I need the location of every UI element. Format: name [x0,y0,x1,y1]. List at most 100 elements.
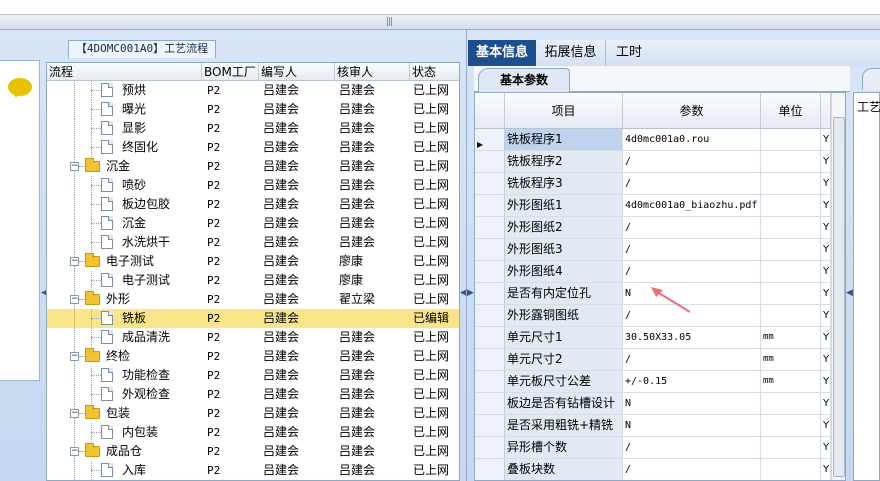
table-row[interactable]: 铣板程序3/ Y [475,173,845,195]
table-row[interactable]: − 电子测试 P2 吕建会 廖康 已上网 [47,252,459,271]
row-indicator[interactable] [475,349,505,370]
table-row[interactable]: 内包装 P2 吕建会 吕建会 已上网 [47,423,459,442]
param-value-cell[interactable]: N [623,415,761,436]
row-indicator[interactable] [475,415,505,436]
param-item-name: 外形图纸4 [505,261,623,282]
col-header-extra[interactable] [821,93,831,129]
row-indicator[interactable] [475,305,505,326]
collapse-node-icon[interactable]: − [70,257,79,266]
collapse-node-icon[interactable]: − [70,162,79,171]
table-row[interactable]: 是否采用粗铣+精铣 N Y [475,415,845,437]
param-extra-cell: Y [821,349,831,370]
table-row[interactable]: 功能检查 P2 吕建会 吕建会 已上网 [47,366,459,385]
table-row[interactable]: 铣板 P2 吕建会 已编辑 [47,309,459,328]
row-indicator[interactable] [475,393,505,414]
table-row[interactable]: 预烘 P2 吕建会 吕建会 已上网 [47,81,459,100]
param-item-name: 单元板尺寸公差 [505,371,623,392]
table-row[interactable]: − 包装 P2 吕建会 吕建会 已上网 [47,404,459,423]
table-row[interactable]: 单元板尺寸公差 +/-0.15 mm Y [475,371,845,393]
collapse-right-arrow-icon[interactable]: ▶ [467,286,474,300]
param-value-cell[interactable]: / [623,151,761,172]
chat-bubble-icon[interactable] [8,78,32,98]
row-indicator[interactable]: ▶ [475,129,505,150]
table-row[interactable]: 外观检查 P2 吕建会 吕建会 已上网 [47,385,459,404]
table-row[interactable]: − 外形 P2 吕建会 翟立梁 已上网 [47,290,459,309]
right-vertical-scrollbar[interactable]: ≡ [831,93,845,480]
far-right-tab[interactable] [862,68,880,90]
table-row[interactable]: 电子测试 P2 吕建会 廖康 已上网 [47,271,459,290]
col-header-item[interactable]: 项目 [505,93,623,129]
col-header-flow[interactable]: 流程 [47,63,202,81]
tab-basic-info[interactable]: 基本信息 [468,40,536,66]
row-indicator[interactable] [475,283,505,304]
param-value-cell[interactable]: / [623,173,761,194]
collapse-node-icon[interactable]: − [70,447,79,456]
col-header-unit[interactable]: 单位 [761,93,821,129]
table-row[interactable]: 喷砂 P2 吕建会 吕建会 已上网 [47,176,459,195]
tab-work-hours[interactable]: 工时 [606,40,652,66]
col-header-writer[interactable]: 编写人 [259,63,335,81]
right-scroll-thumb[interactable] [833,117,845,477]
table-row[interactable]: 入库 P2 吕建会 吕建会 已上网 [47,461,459,480]
reviewer-name: 廖康 [339,254,364,268]
table-row[interactable]: 曝光 P2 吕建会 吕建会 已上网 [47,100,459,119]
row-indicator[interactable] [475,217,505,238]
splitter-grip-icon[interactable]: ||| [383,17,395,27]
col-header-reviewer[interactable]: 核审人 [335,63,410,81]
col-header-param[interactable]: 参数 [623,93,761,129]
table-row[interactable]: 异形槽个数 / Y [475,437,845,459]
collapse-node-icon[interactable]: − [70,295,79,304]
param-value-cell[interactable]: / [623,349,761,370]
row-indicator[interactable] [475,327,505,348]
collapse-far-right-arrow-icon[interactable]: ◀ [846,286,853,300]
table-row[interactable]: 沉金 P2 吕建会 吕建会 已上网 [47,214,459,233]
param-value-cell[interactable]: / [623,239,761,260]
bom-factory: P2 [207,198,221,211]
table-row[interactable]: 板边是否有钻槽设计 N Y [475,393,845,415]
table-row[interactable]: ▶ 铣板程序1 4d0mc001a0.rou Y [475,129,845,151]
row-indicator[interactable] [475,195,505,216]
table-row[interactable]: 成品清洗 P2 吕建会 吕建会 已上网 [47,328,459,347]
subtab-basic-params[interactable]: 基本参数 [478,68,570,92]
param-value-cell[interactable]: / [623,459,761,480]
table-row[interactable]: 板边包胶 P2 吕建会 吕建会 已上网 [47,195,459,214]
table-row[interactable]: − 沉金 P2 吕建会 吕建会 已上网 [47,157,459,176]
table-row[interactable]: 显影 P2 吕建会 吕建会 已上网 [47,119,459,138]
writer-name: 吕建会 [263,140,300,154]
row-indicator[interactable] [475,437,505,458]
table-row[interactable]: 外形图纸3/ Y [475,239,845,261]
param-value-cell[interactable]: 4d0mc001a0.rou [623,129,761,150]
param-value-cell[interactable]: +/-0.15 [623,371,761,392]
col-header-bom[interactable]: BOM工厂 [202,63,259,81]
table-row[interactable]: 外形图纸2/ Y [475,217,845,239]
table-row[interactable]: 外形图纸4/ Y [475,261,845,283]
row-indicator[interactable] [475,239,505,260]
param-value-cell[interactable]: 4d0mc001a0_biaozhu.pdf [623,195,761,216]
row-indicator[interactable] [475,459,505,480]
reviewer-name: 吕建会 [339,178,376,192]
param-value-cell[interactable]: N [623,393,761,414]
row-indicator[interactable] [475,173,505,194]
row-indicator[interactable] [475,151,505,172]
row-indicator[interactable] [475,261,505,282]
param-value-cell[interactable]: / [623,261,761,282]
param-value-cell[interactable]: / [623,217,761,238]
table-row[interactable]: 水洗烘干 P2 吕建会 吕建会 已上网 [47,233,459,252]
table-row[interactable]: 单元尺寸1 30.50X33.05 mm Y [475,327,845,349]
table-row[interactable]: 单元尺寸2/mm Y [475,349,845,371]
table-row[interactable]: − 终检 P2 吕建会 吕建会 已上网 [47,347,459,366]
table-row[interactable]: 铣板程序2/ Y [475,151,845,173]
horizontal-splitter[interactable] [0,14,880,30]
table-row[interactable]: 外形图纸1 4d0mc001a0_biaozhu.pdf Y [475,195,845,217]
table-row[interactable]: − 成品仓 P2 吕建会 吕建会 已上网 [47,442,459,461]
table-row[interactable]: 终固化 P2 吕建会 吕建会 已上网 [47,138,459,157]
collapse-node-icon[interactable]: − [70,409,79,418]
param-value-cell[interactable]: 30.50X33.05 [623,327,761,348]
collapse-node-icon[interactable]: − [70,352,79,361]
param-item-name: 铣板程序3 [505,173,623,194]
row-indicator[interactable] [475,371,505,392]
col-header-status[interactable]: 状态 [410,63,459,81]
tab-extended-info[interactable]: 拓展信息 [536,40,606,66]
table-row[interactable]: 叠板块数 / Y [475,459,845,480]
param-value-cell[interactable]: / [623,437,761,458]
